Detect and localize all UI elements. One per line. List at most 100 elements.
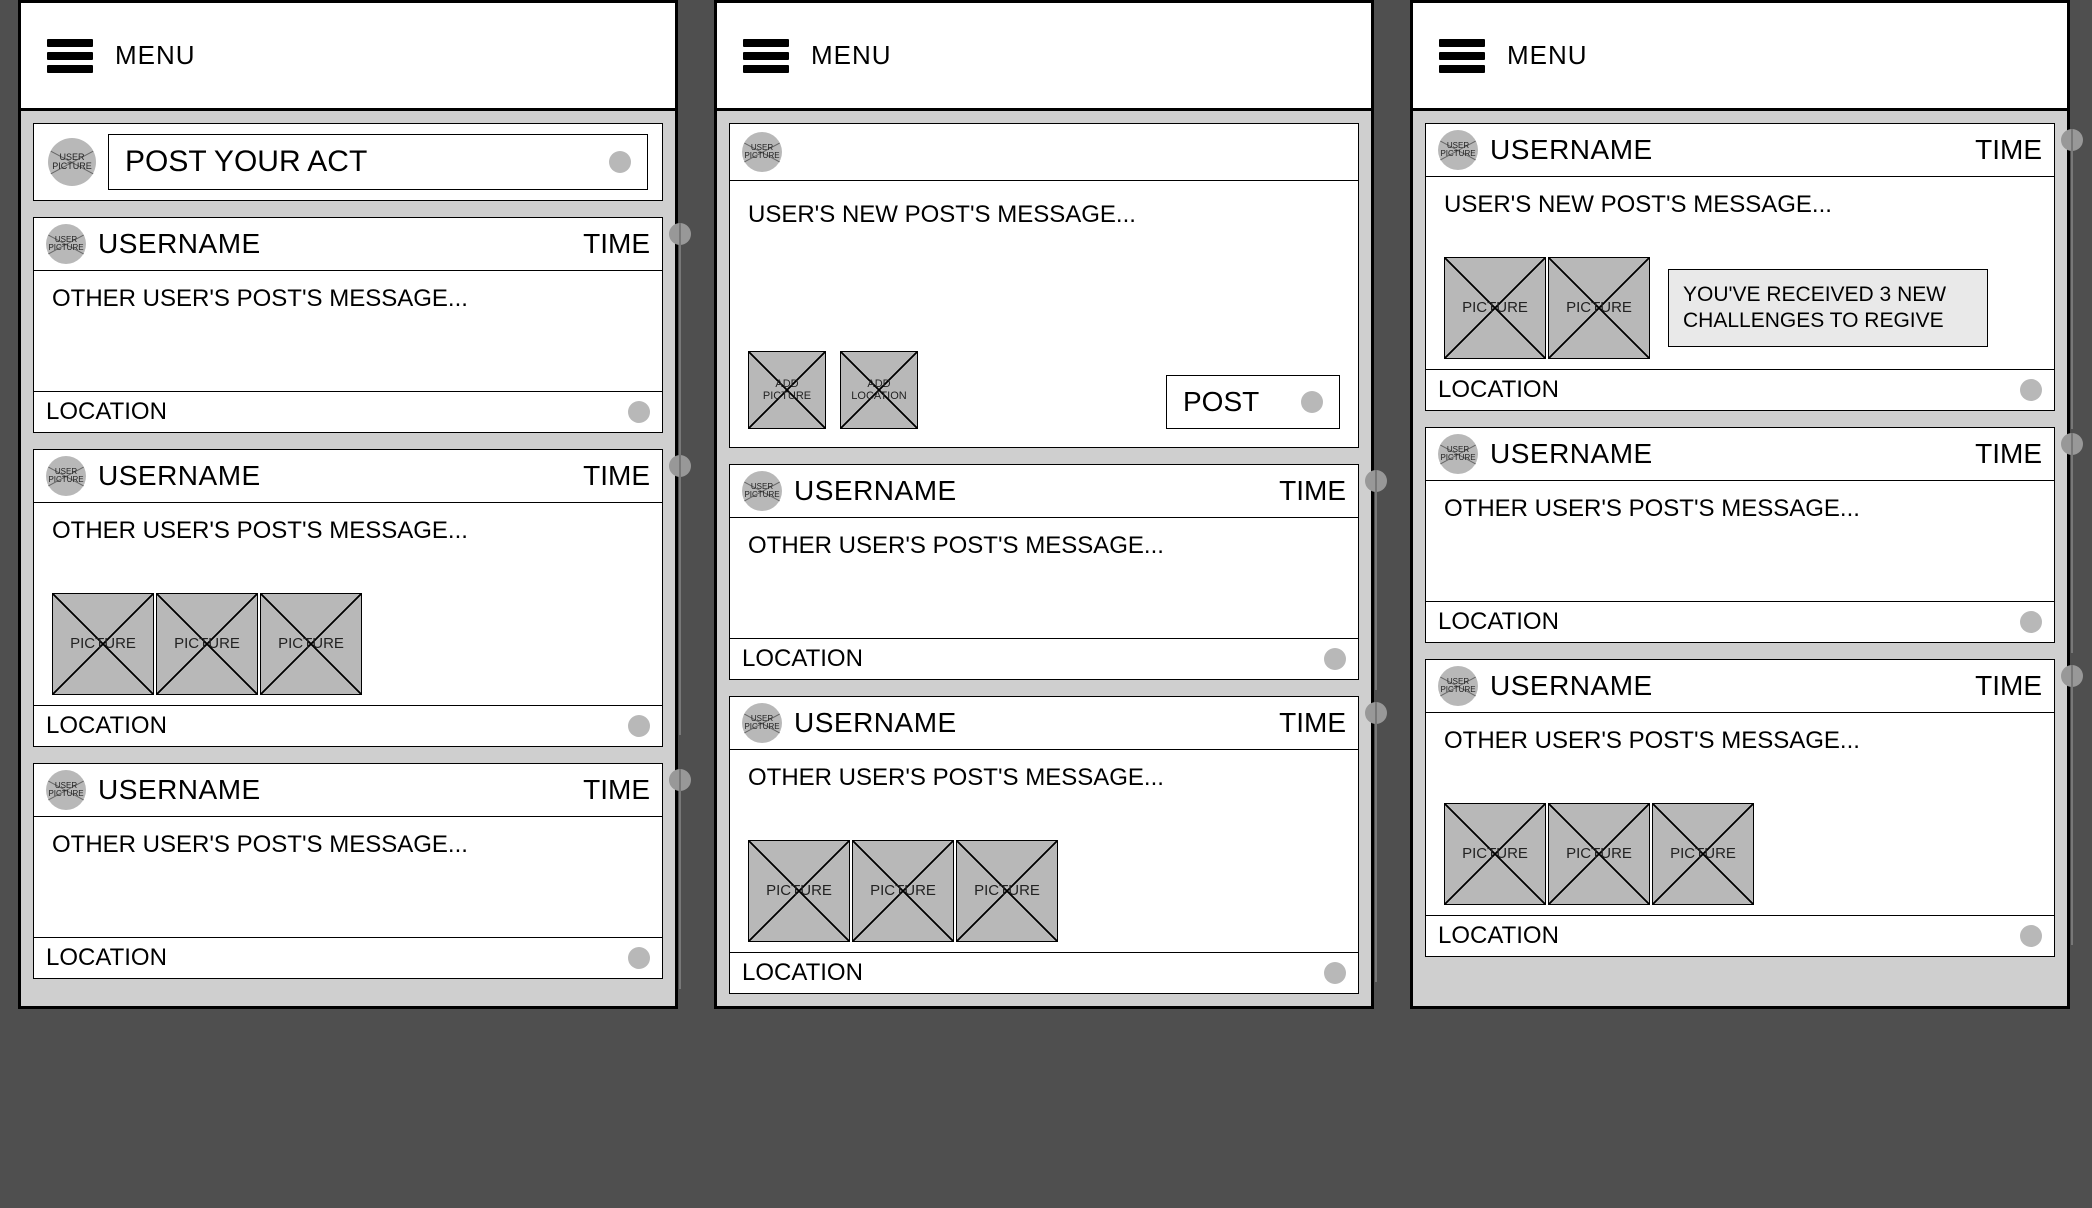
post-message: OTHER USER'S POST'S MESSAGE... [34, 271, 662, 391]
scroll-track[interactable] [1375, 702, 1377, 982]
post-card: USERPICTURE USERNAME TIME USER'S NEW POS… [1425, 123, 2055, 411]
post-username[interactable]: USERNAME [794, 475, 957, 507]
menu-label: MENU [115, 40, 196, 71]
wireframe-screen-2: MENU USERPICTURE USER'S NEW POST'S MESSA… [714, 0, 1374, 1009]
picture-placeholder[interactable]: PICTURE [1444, 257, 1546, 359]
user-avatar-placeholder: USERPICTURE [1438, 434, 1478, 474]
post-location[interactable]: LOCATION [1438, 922, 1559, 950]
compose-textarea[interactable]: USER'S NEW POST'S MESSAGE... [730, 181, 1358, 351]
feed-body: USERPICTURE USERNAME TIME USER'S NEW POS… [1413, 111, 2067, 1006]
post-location[interactable]: LOCATION [46, 944, 167, 972]
post-username[interactable]: USERNAME [1490, 438, 1653, 470]
scroll-track[interactable] [2071, 665, 2073, 945]
post-pictures: PICTURE PICTURE PICTURE [1426, 803, 2054, 915]
status-dot-icon [2020, 611, 2042, 633]
menu-label: MENU [811, 40, 892, 71]
scroll-track[interactable] [1375, 470, 1377, 690]
post-time: TIME [583, 228, 650, 260]
feed-body: USERPICTURE USER'S NEW POST'S MESSAGE...… [717, 111, 1371, 1006]
post-location[interactable]: LOCATION [46, 712, 167, 740]
picture-placeholder[interactable]: PICTURE [852, 840, 954, 942]
scroll-track[interactable] [679, 455, 681, 735]
status-dot-icon [628, 947, 650, 969]
compose-placeholder: POST YOUR ACT [125, 145, 367, 179]
post-message: OTHER USER'S POST'S MESSAGE... [730, 518, 1358, 638]
notification-banner[interactable]: YOU'VE RECEIVED 3 NEW CHALLENGES TO REGI… [1668, 269, 1988, 348]
status-dot-icon [609, 151, 631, 173]
picture-placeholder[interactable]: PICTURE [260, 593, 362, 695]
post-username[interactable]: USERNAME [1490, 670, 1653, 702]
post-button-label: POST [1183, 386, 1259, 418]
post-location[interactable]: LOCATION [1438, 376, 1559, 404]
post-time: TIME [1279, 475, 1346, 507]
post-username[interactable]: USERNAME [98, 774, 261, 806]
picture-placeholder[interactable]: PICTURE [1652, 803, 1754, 905]
post-time: TIME [1975, 438, 2042, 470]
post-location[interactable]: LOCATION [46, 398, 167, 426]
picture-placeholder[interactable]: PICTURE [956, 840, 1058, 942]
top-bar: MENU [21, 3, 675, 111]
compose-bar: USERPICTURE POST YOUR ACT [33, 123, 663, 201]
status-dot-icon [1324, 648, 1346, 670]
menu-icon[interactable] [47, 39, 93, 73]
post-username[interactable]: USERNAME [98, 460, 261, 492]
top-bar: MENU [717, 3, 1371, 111]
scroll-track[interactable] [679, 769, 681, 989]
picture-placeholder[interactable]: PICTURE [1548, 257, 1650, 359]
user-avatar-placeholder: USERPICTURE [46, 224, 86, 264]
add-picture-button[interactable]: ADDPICTURE [748, 351, 826, 429]
top-bar: MENU [1413, 3, 2067, 111]
picture-placeholder[interactable]: PICTURE [52, 593, 154, 695]
post-card: USERPICTURE USERNAME TIME OTHER USER'S P… [33, 217, 663, 433]
compose-card: USERPICTURE USER'S NEW POST'S MESSAGE...… [729, 123, 1359, 448]
picture-placeholder[interactable]: PICTURE [1548, 803, 1650, 905]
post-card: USERPICTURE USERNAME TIME OTHER USER'S P… [729, 696, 1359, 994]
post-pictures: PICTURE PICTURE [1444, 257, 1650, 359]
post-message: USER'S NEW POST'S MESSAGE... [1426, 177, 2054, 257]
post-location[interactable]: LOCATION [742, 645, 863, 673]
post-time: TIME [583, 774, 650, 806]
compose-input[interactable]: POST YOUR ACT [108, 134, 648, 190]
menu-icon[interactable] [743, 39, 789, 73]
post-card: USERPICTURE USERNAME TIME OTHER USER'S P… [1425, 659, 2055, 957]
post-card: USERPICTURE USERNAME TIME OTHER USER'S P… [729, 464, 1359, 680]
post-message: OTHER USER'S POST'S MESSAGE... [1426, 481, 2054, 601]
post-card: USERPICTURE USERNAME TIME OTHER USER'S P… [1425, 427, 2055, 643]
user-avatar-placeholder: USERPICTURE [742, 471, 782, 511]
post-time: TIME [1975, 134, 2042, 166]
user-avatar-placeholder: USERPICTURE [48, 138, 96, 186]
picture-placeholder[interactable]: PICTURE [748, 840, 850, 942]
post-time: TIME [1975, 670, 2042, 702]
wireframe-screen-1: MENU USERPICTURE POST YOUR ACT USERPICTU… [18, 0, 678, 1009]
status-dot-icon [628, 715, 650, 737]
post-username[interactable]: USERNAME [1490, 134, 1653, 166]
add-location-button[interactable]: ADDLOCATION [840, 351, 918, 429]
scroll-track[interactable] [2071, 129, 2073, 429]
user-avatar-placeholder: USERPICTURE [46, 770, 86, 810]
picture-placeholder[interactable]: PICTURE [1444, 803, 1546, 905]
post-button[interactable]: POST [1166, 375, 1340, 429]
post-time: TIME [1279, 707, 1346, 739]
post-username[interactable]: USERNAME [794, 707, 957, 739]
status-dot-icon [1324, 962, 1346, 984]
post-card: USERPICTURE USERNAME TIME OTHER USER'S P… [33, 449, 663, 747]
picture-placeholder[interactable]: PICTURE [156, 593, 258, 695]
post-location[interactable]: LOCATION [1438, 608, 1559, 636]
status-dot-icon [1301, 391, 1323, 413]
feed-body: USERPICTURE POST YOUR ACT USERPICTURE US… [21, 111, 675, 1006]
menu-icon[interactable] [1439, 39, 1485, 73]
user-avatar-placeholder: USERPICTURE [742, 703, 782, 743]
post-location[interactable]: LOCATION [742, 959, 863, 987]
status-dot-icon [628, 401, 650, 423]
wireframe-screen-3: MENU USERPICTURE USERNAME TIME USER'S NE… [1410, 0, 2070, 1009]
scroll-track[interactable] [679, 223, 681, 463]
status-dot-icon [2020, 925, 2042, 947]
post-username[interactable]: USERNAME [98, 228, 261, 260]
user-avatar-placeholder: USERPICTURE [1438, 666, 1478, 706]
status-dot-icon [2020, 379, 2042, 401]
user-avatar-placeholder: USERPICTURE [46, 456, 86, 496]
scroll-track[interactable] [2071, 433, 2073, 653]
post-card: USERPICTURE USERNAME TIME OTHER USER'S P… [33, 763, 663, 979]
user-avatar-placeholder: USERPICTURE [742, 132, 782, 172]
post-message: OTHER USER'S POST'S MESSAGE... [34, 817, 662, 937]
